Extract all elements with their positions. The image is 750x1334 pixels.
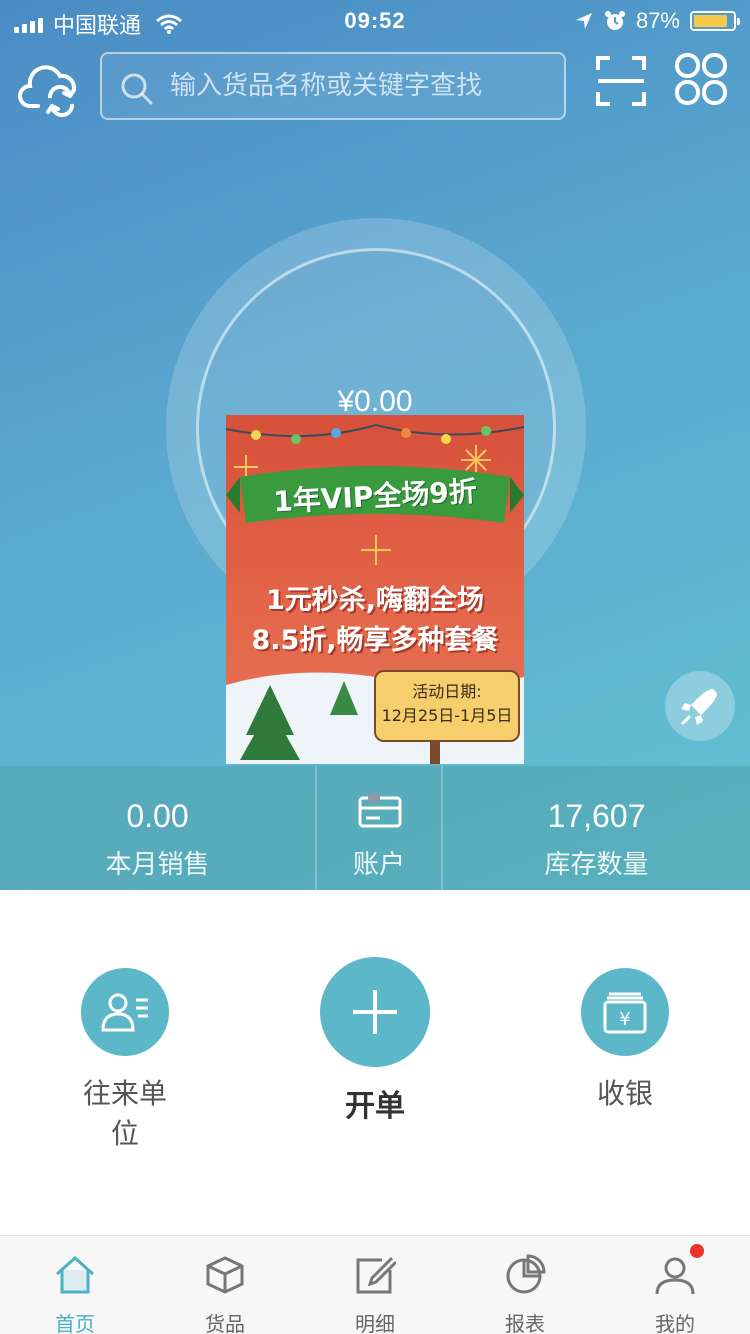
checkout-label: 收银 (596, 1077, 653, 1110)
battery-percent: 87% (635, 8, 680, 33)
search-bar[interactable] (100, 52, 566, 120)
scan-icon[interactable] (596, 54, 646, 108)
top-bar (0, 50, 750, 122)
status-bar: 中国联通 09:52 87% (0, 0, 750, 40)
contacts-icon (101, 993, 148, 1032)
new-order-label: 开单 (345, 1089, 405, 1124)
tab-home-label: 首页 (55, 1312, 95, 1334)
partners-label: 往来单位 (82, 1077, 167, 1150)
search-input[interactable] (170, 54, 550, 118)
stats-row: 0.00 本月销售 账户 17,607 库存数量 (0, 766, 750, 890)
alarm-icon (604, 11, 625, 30)
edit-icon (356, 1256, 396, 1294)
new-order-circle (320, 957, 430, 1067)
search-icon (121, 73, 153, 105)
tab-details[interactable]: 明细 (300, 1236, 450, 1334)
cloud-sync-icon[interactable] (18, 58, 84, 118)
monthly-sales-label: 本月销售 (105, 850, 210, 880)
sales-amount: ¥0.00 (337, 385, 413, 418)
tab-reports[interactable]: 报表 (450, 1236, 600, 1334)
account-label: 账户 (352, 850, 405, 880)
new-order-button[interactable]: 开单 (318, 957, 432, 1125)
battery-icon (690, 11, 740, 31)
inventory-stat[interactable]: 17,607 库存数量 (443, 766, 750, 890)
promo-line-2: 8.5折,畅享多种套餐 (251, 625, 499, 656)
partners-button[interactable]: 往来单位 (70, 968, 180, 1152)
box-icon (206, 1256, 244, 1294)
card-icon (358, 792, 402, 828)
partners-circle (81, 968, 169, 1056)
tab-reports-label: 报表 (505, 1312, 545, 1334)
promo-line-1: 1元秒杀,嗨翻全场 (265, 585, 485, 616)
checkout-button[interactable]: ¥ 收银 (580, 968, 670, 1112)
home-icon (56, 1255, 94, 1294)
monthly-sales-stat[interactable]: 0.00 本月销售 (0, 766, 315, 890)
plus-icon (353, 990, 397, 1034)
checkout-circle: ¥ (581, 968, 669, 1056)
rocket-button[interactable] (665, 671, 735, 741)
promo-popup[interactable]: 1年VIP全场9折 1元秒杀,嗨翻全场 8.5折,畅享多种套餐 活动日期: 12… (226, 415, 524, 764)
user-icon (655, 1257, 695, 1295)
tab-mine-label: 我的 (655, 1312, 695, 1334)
tab-goods[interactable]: 货品 (150, 1236, 300, 1334)
inventory-label: 库存数量 (544, 850, 649, 880)
notification-badge (690, 1244, 704, 1258)
inventory-value: 17,607 (547, 798, 646, 834)
tab-goods-label: 货品 (205, 1312, 245, 1334)
apps-grid-icon[interactable] (674, 52, 728, 106)
cash-register-icon: ¥ (603, 992, 647, 1034)
svg-text:¥: ¥ (619, 1009, 630, 1030)
promo-date-label: 活动日期: (412, 682, 482, 701)
promo-date-range: 12月25日-1月5日 (381, 706, 513, 725)
tab-bar: 首页 货品 明细 报表 我的 (0, 1235, 750, 1334)
tab-home[interactable]: 首页 (0, 1236, 150, 1334)
pie-chart-icon (506, 1254, 546, 1294)
tab-details-label: 明细 (355, 1312, 395, 1334)
promo-date-sign: 活动日期: 12月25日-1月5日 (374, 670, 520, 742)
account-stat[interactable]: 账户 (315, 766, 443, 890)
monthly-sales-value: 0.00 (126, 798, 189, 834)
rocket-icon (681, 689, 717, 725)
location-icon (575, 13, 592, 29)
tab-mine[interactable]: 我的 (600, 1236, 750, 1334)
